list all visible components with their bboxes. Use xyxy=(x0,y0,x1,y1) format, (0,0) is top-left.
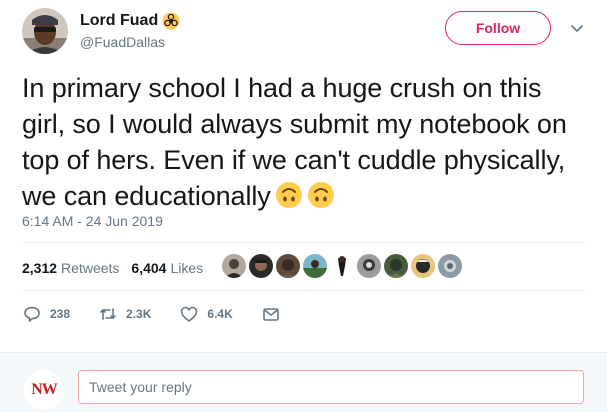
envelope-icon xyxy=(262,308,279,321)
liker-avatar[interactable] xyxy=(276,254,300,278)
liker-avatar[interactable] xyxy=(330,254,354,278)
biohazard-icon xyxy=(162,12,180,30)
chevron-down-icon[interactable] xyxy=(568,19,586,37)
reply-button[interactable]: 238 xyxy=(22,304,70,324)
retweet-button[interactable]: 2.3K xyxy=(98,304,151,324)
likes-count[interactable]: 6,404 xyxy=(131,260,166,276)
upside-down-face-icon xyxy=(307,181,335,209)
likes-label[interactable]: Likes xyxy=(170,260,203,276)
divider xyxy=(22,290,585,291)
retweet-icon xyxy=(100,308,116,320)
upside-down-face-icon xyxy=(275,181,303,209)
tweet-stats: 2,312 Retweets 6,404 Likes xyxy=(22,258,221,278)
tweet-header: Lord Fuad @FuadDallas Follow xyxy=(22,8,585,54)
retweets-label[interactable]: Retweets xyxy=(61,260,119,276)
liker-avatar[interactable] xyxy=(222,254,246,278)
liker-avatar[interactable] xyxy=(411,254,435,278)
avatar-logo-text: NW xyxy=(31,381,58,398)
retweets-count[interactable]: 2,312 xyxy=(22,260,57,276)
liker-avatar[interactable] xyxy=(249,254,273,278)
divider xyxy=(22,242,585,243)
author-name-row: Lord Fuad xyxy=(80,12,180,30)
reply-input[interactable] xyxy=(78,370,584,404)
direct-message-button[interactable] xyxy=(261,304,281,324)
follow-button[interactable]: Follow xyxy=(445,11,551,45)
author-avatar[interactable] xyxy=(22,8,68,54)
tweet-text: In primary school I had a huge crush on … xyxy=(22,70,582,214)
retweet-count: 2.3K xyxy=(126,307,152,321)
liker-avatars xyxy=(222,254,462,278)
liker-avatar[interactable] xyxy=(384,254,408,278)
reply-count: 238 xyxy=(50,307,71,321)
author-handle[interactable]: @FuadDallas xyxy=(80,34,165,50)
author-display-name[interactable]: Lord Fuad xyxy=(80,12,158,30)
heart-icon xyxy=(181,306,198,322)
like-count: 6.4K xyxy=(207,307,233,321)
reply-icon xyxy=(24,306,40,322)
liker-avatar[interactable] xyxy=(303,254,327,278)
tweet-actions: 238 2.3K 6.4K xyxy=(22,304,309,324)
tweet-timestamp[interactable]: 6:14 AM - 24 Jun 2019 xyxy=(22,213,163,229)
liker-avatar[interactable] xyxy=(438,254,462,278)
like-button[interactable]: 6.4K xyxy=(179,304,233,324)
tweet-card: Lord Fuad @FuadDallas Follow In primary … xyxy=(0,0,607,352)
liker-avatar[interactable] xyxy=(357,254,381,278)
current-user-avatar[interactable]: NW xyxy=(24,370,64,410)
reply-bar: NW xyxy=(0,352,607,412)
